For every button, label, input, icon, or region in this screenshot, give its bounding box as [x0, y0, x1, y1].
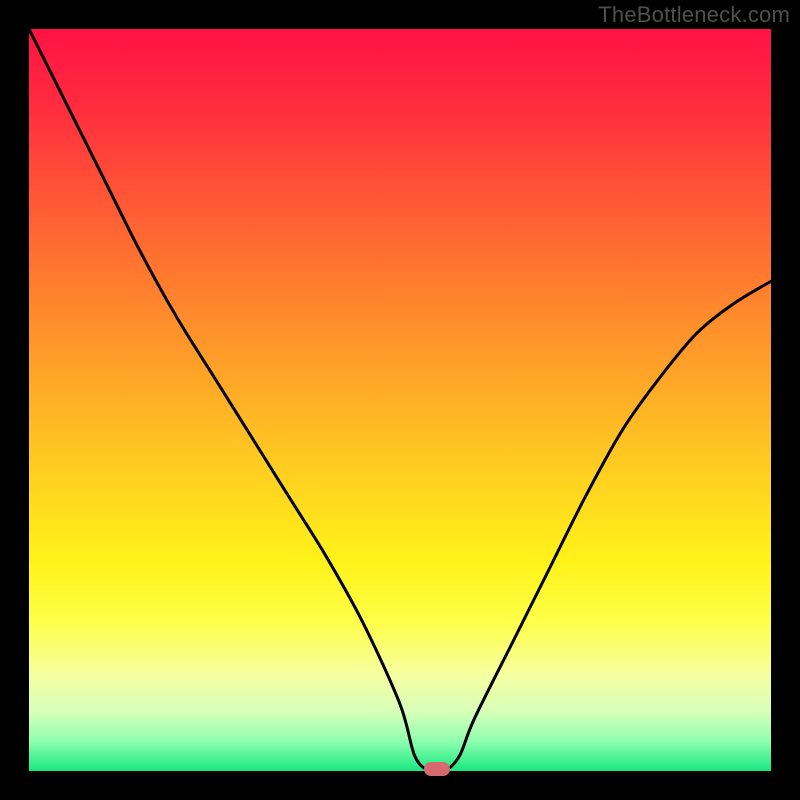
plot-area	[29, 29, 771, 771]
watermark-text: TheBottleneck.com	[598, 2, 790, 28]
chart-frame: TheBottleneck.com	[0, 0, 800, 800]
chart-svg	[29, 29, 771, 771]
gradient-rect	[29, 29, 771, 771]
optimal-marker	[424, 762, 450, 776]
